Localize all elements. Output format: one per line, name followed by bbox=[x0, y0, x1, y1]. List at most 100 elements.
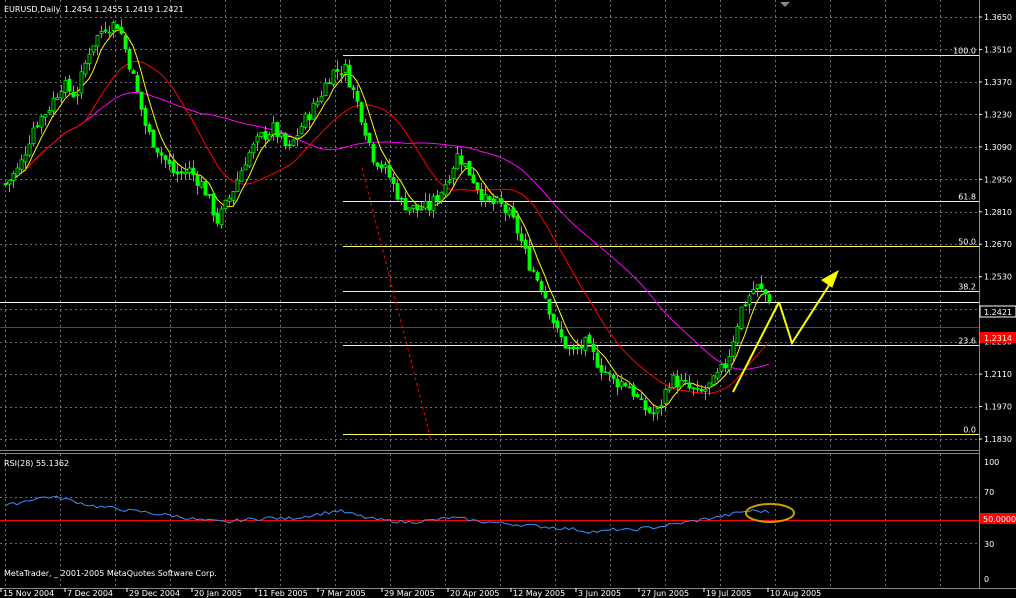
candle-body bbox=[311, 102, 316, 120]
candle-body bbox=[423, 200, 428, 209]
candle-body bbox=[359, 102, 364, 123]
candle-body bbox=[655, 408, 660, 414]
candle-body bbox=[295, 135, 300, 139]
candle-body bbox=[271, 122, 276, 135]
candle-body bbox=[647, 407, 652, 413]
rsi-title: RSI(28) 55.1362 bbox=[4, 459, 69, 468]
candle-body bbox=[115, 24, 120, 30]
price-tick-label: 1.2810 bbox=[984, 208, 1012, 217]
candle-body bbox=[147, 124, 152, 133]
candle-body bbox=[435, 195, 440, 201]
candle-body bbox=[687, 382, 692, 389]
candle-body bbox=[159, 152, 164, 156]
candle-body bbox=[611, 374, 616, 379]
candle-body bbox=[43, 114, 48, 118]
candle-body bbox=[631, 384, 636, 397]
candle-body bbox=[399, 197, 404, 200]
candle-body bbox=[123, 35, 128, 50]
candle-body bbox=[519, 233, 524, 242]
candle-body bbox=[419, 208, 424, 211]
price-tick-label: 1.3370 bbox=[984, 78, 1012, 87]
candle-body bbox=[679, 379, 684, 387]
candle-body bbox=[251, 143, 256, 154]
candle-body bbox=[483, 193, 488, 202]
date-tick-label: 20 Apr 2005 bbox=[450, 589, 499, 598]
fib-level-label: 38.2 bbox=[958, 283, 976, 292]
fib-level-label: 50.0 bbox=[958, 238, 976, 247]
candle-body bbox=[219, 208, 224, 226]
candle-body bbox=[375, 162, 380, 167]
candle-body bbox=[131, 70, 136, 74]
rsi-axis-0: 0 bbox=[984, 575, 989, 584]
rsi-level-label: 50.0000 bbox=[983, 515, 1016, 524]
date-tick-label: 7 Mar 2005 bbox=[320, 589, 366, 598]
candle-body bbox=[651, 412, 656, 415]
ohlc-readout: 1.2454 1.2455 1.2419 1.2421 bbox=[64, 5, 184, 14]
candle-body bbox=[595, 352, 600, 368]
candle-body bbox=[691, 387, 696, 390]
date-tick-label: 12 May 2005 bbox=[513, 589, 565, 598]
price-tick-label: 1.2670 bbox=[984, 240, 1012, 249]
candle-body bbox=[91, 45, 96, 53]
candle-body bbox=[55, 97, 60, 100]
candle-body bbox=[395, 183, 400, 200]
candle-body bbox=[607, 372, 612, 375]
candle-body bbox=[323, 82, 328, 96]
candle-body bbox=[279, 133, 284, 137]
candle-body bbox=[75, 94, 80, 97]
candle-body bbox=[227, 197, 232, 202]
candle-body bbox=[335, 68, 340, 72]
price-tick-label: 1.3090 bbox=[984, 143, 1012, 152]
candle-body bbox=[195, 174, 200, 186]
candle-body bbox=[495, 197, 500, 203]
candle-body bbox=[103, 29, 108, 32]
candle-body bbox=[187, 167, 192, 174]
candle-body bbox=[7, 179, 12, 185]
candle-body bbox=[547, 299, 552, 315]
price-chart[interactable]: 100.0 61.8 50.0 38.2 23.6 0.0 EURUSD,Daily 1.… bbox=[0, 0, 1016, 598]
candle-body bbox=[539, 281, 544, 291]
date-tick-label: 29 Mar 2005 bbox=[384, 589, 435, 598]
candle-body bbox=[415, 204, 420, 211]
candle-body bbox=[727, 355, 732, 371]
chart-background bbox=[0, 0, 1016, 598]
candle-body bbox=[383, 164, 388, 168]
candle-body bbox=[579, 346, 584, 349]
candle-body bbox=[619, 381, 624, 388]
candle-body bbox=[447, 180, 452, 183]
candle-body bbox=[347, 64, 352, 88]
candle-body bbox=[699, 388, 704, 392]
date-tick-label: 15 Nov 2004 bbox=[3, 589, 54, 598]
candle-body bbox=[515, 215, 520, 234]
candle-body bbox=[707, 382, 712, 388]
candle-body bbox=[307, 114, 312, 121]
fib-level-label: 100.0 bbox=[953, 47, 976, 56]
candle-body bbox=[291, 139, 296, 146]
candle-body bbox=[3, 183, 8, 186]
candle-body bbox=[599, 365, 604, 373]
candle-body bbox=[99, 30, 104, 35]
price-tick-label: 1.3230 bbox=[984, 110, 1012, 119]
candle-body bbox=[363, 122, 368, 136]
candle-body bbox=[575, 347, 580, 350]
candle-body bbox=[659, 404, 664, 407]
candle-body bbox=[79, 71, 84, 94]
candle-body bbox=[283, 132, 288, 147]
candle-body bbox=[59, 91, 64, 99]
candle-body bbox=[171, 161, 176, 174]
candle-body bbox=[683, 379, 688, 382]
candle-body bbox=[351, 87, 356, 91]
candle-body bbox=[467, 160, 472, 176]
candle-body bbox=[31, 127, 36, 145]
candle-body bbox=[523, 239, 528, 249]
candle-body bbox=[703, 389, 708, 392]
candle-body bbox=[427, 201, 432, 211]
candle-body bbox=[759, 283, 764, 289]
date-tick-label: 27 Jun 2005 bbox=[641, 589, 689, 598]
candle-body bbox=[331, 69, 336, 85]
candle-body bbox=[63, 80, 68, 93]
candle-body bbox=[439, 191, 444, 201]
candle-body bbox=[587, 334, 592, 344]
candle-body bbox=[543, 291, 548, 299]
candle-body bbox=[167, 159, 172, 165]
